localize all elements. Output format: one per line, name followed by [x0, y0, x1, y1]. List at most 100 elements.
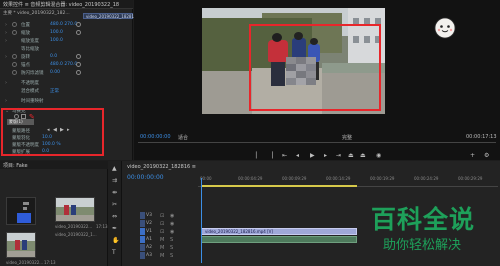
track-header-a2[interactable]: A2 M S — [140, 244, 198, 252]
timeline-timecode[interactable]: 00:00:00:00 — [127, 174, 164, 181]
stopwatch-icon[interactable] — [12, 54, 17, 59]
program-scrub-bar[interactable] — [138, 142, 496, 146]
razor-tool-icon[interactable]: ✂ — [112, 201, 117, 208]
solo-icon[interactable]: S — [170, 245, 173, 251]
reset-icon[interactable] — [76, 70, 81, 75]
ruler-tick-label: 00:00:09:29 — [282, 176, 307, 181]
track-header-v3[interactable]: V3 ⊡ ◉ — [140, 212, 198, 220]
prop-row-time-remap[interactable]: › 时间重映射 — [0, 97, 133, 105]
tools-panel: ▲ ⇉ ⇹ ✂ ⇔ ✒ ✋ T — [108, 161, 122, 266]
prop-row-rotation[interactable]: › 旋转 0.0 — [0, 53, 133, 61]
project-thumbnail-video[interactable] — [6, 232, 36, 258]
cartoon-face-sticker — [434, 17, 456, 39]
mini-timeline-clip[interactable]: video_20190322_182816 — [83, 13, 137, 19]
mute-icon[interactable]: M — [160, 245, 164, 251]
highlight-box-video — [249, 24, 381, 111]
reset-icon[interactable] — [76, 30, 81, 35]
solo-icon[interactable]: S — [170, 237, 173, 243]
zoom-fit-select[interactable]: 适合 — [178, 134, 188, 141]
prop-row-uniform-scale[interactable]: 等比缩放 — [0, 45, 133, 53]
project-header: 项目: Fake — [0, 161, 108, 169]
project-clip-label: video_20190322... — [55, 224, 93, 229]
mark-in-icon[interactable]: ▏ — [256, 152, 261, 159]
twirl-icon[interactable]: › — [5, 98, 7, 104]
eye-icon[interactable]: ◉ — [170, 213, 174, 219]
mute-icon[interactable]: M — [160, 237, 164, 243]
track-header-v2[interactable]: V2 ⊡ ◉ — [140, 220, 198, 228]
play-icon[interactable]: ▶ — [310, 152, 315, 159]
prop-row-position[interactable]: › 位置 480.0 270.0 — [0, 21, 133, 29]
program-timecode[interactable]: 00:00:00:00 — [140, 134, 171, 140]
hand-tool-icon[interactable]: ✋ — [112, 237, 119, 244]
track-header-a1[interactable]: A1 M S — [140, 236, 198, 244]
playhead[interactable] — [201, 178, 202, 263]
twirl-icon[interactable]: › — [5, 80, 7, 86]
go-to-in-icon[interactable]: ⇤ — [282, 152, 287, 159]
ruler-tick-label: 00:00:14:29 — [326, 176, 351, 181]
timeline-video-clip[interactable]: video_20190322_182816.mp4 [V] — [201, 228, 357, 235]
step-forward-icon[interactable]: ▸ — [324, 152, 327, 159]
project-clip-duration: 17:13 — [44, 260, 56, 265]
prop-row-anchor[interactable]: 锚点 480.0 270.0 — [0, 61, 133, 69]
work-area-bar[interactable] — [201, 185, 357, 187]
project-tab[interactable]: 项目: Fake — [3, 162, 28, 169]
ruler-tick-label: 00:00:04:29 — [238, 176, 263, 181]
program-duration: 00:00:17:13 — [466, 134, 497, 140]
stopwatch-icon[interactable] — [12, 62, 17, 67]
lift-icon[interactable]: ⏏ — [348, 152, 354, 159]
prop-row-scale[interactable]: › 缩放 100.0 — [0, 29, 133, 37]
type-tool-icon[interactable]: T — [112, 249, 116, 256]
effect-controls-header: 效果控件 ≡ 音频剪辑混合器: video_20190322_18 — [0, 0, 133, 9]
slip-tool-icon[interactable]: ⇔ — [112, 213, 117, 220]
stopwatch-icon[interactable] — [12, 70, 17, 75]
pen-tool-icon[interactable]: ✒ — [112, 225, 117, 232]
go-to-out-icon[interactable]: ⇥ — [336, 152, 341, 159]
track-header-v1[interactable]: V1 ⊡ ◉ — [140, 228, 198, 236]
stopwatch-icon[interactable] — [12, 30, 17, 35]
resolution-select[interactable]: 完整 — [342, 134, 352, 141]
ruler-tick-label: 00:00:29:29 — [458, 176, 483, 181]
mini-clip-name: video_20190322_182816 — [86, 14, 137, 19]
project-thumbnail-video[interactable] — [55, 197, 95, 222]
watermark-title: 百科全说 — [371, 205, 476, 234]
watermark-subtitle: 助你轻松解决 — [383, 238, 462, 253]
project-clip-label: video_20190322_1... — [55, 232, 97, 237]
effect-controls-tab[interactable]: 效果控件 ≡ 音频剪辑混合器: video_20190322_18 — [3, 1, 119, 8]
twirl-icon[interactable]: › — [5, 54, 7, 60]
project-thumbnail-text[interactable] — [6, 197, 36, 225]
lock-icon[interactable]: ⊡ — [160, 221, 164, 227]
prop-row-blend-mode[interactable]: 混合模式 正常 — [0, 87, 133, 95]
highlight-box-mosaic — [1, 108, 104, 156]
timeline-audio-clip[interactable] — [201, 236, 357, 243]
source-clip-line: 主要 * video_20190322_182... — [3, 11, 70, 16]
twirl-icon[interactable]: › — [5, 22, 7, 28]
eye-icon[interactable]: ◉ — [170, 229, 174, 235]
step-back-icon[interactable]: ◂ — [296, 152, 299, 159]
export-frame-icon[interactable]: ◉ — [376, 152, 381, 159]
stopwatch-icon[interactable] — [12, 22, 17, 27]
prop-row-scale-width[interactable]: › 缩放宽度 100.0 — [0, 37, 133, 45]
reset-icon[interactable] — [76, 22, 81, 27]
extract-icon[interactable]: ⏏ — [360, 152, 366, 159]
add-button-icon[interactable]: + — [470, 152, 475, 159]
track-header-a3[interactable]: A3 M S — [140, 252, 198, 260]
track-select-icon[interactable]: ⇉ — [112, 177, 117, 184]
mute-icon[interactable]: M — [160, 253, 164, 259]
ripple-edit-icon[interactable]: ⇹ — [112, 189, 117, 196]
twirl-icon[interactable]: › — [5, 30, 7, 36]
lock-icon[interactable]: ⊡ — [160, 213, 164, 219]
solo-icon[interactable]: S — [170, 253, 173, 259]
mark-out-icon[interactable]: ▕ — [268, 152, 273, 159]
reset-icon[interactable] — [76, 54, 81, 59]
timeline-sequence-tab[interactable]: video_20190322_182816 ≡ — [127, 164, 196, 170]
eye-icon[interactable]: ◉ — [170, 221, 174, 227]
twirl-icon[interactable]: › — [5, 38, 7, 44]
prop-row-antiflicker[interactable]: 防闪烁滤镜 0.00 — [0, 69, 133, 77]
reset-icon[interactable] — [76, 62, 81, 67]
selection-tool-icon[interactable]: ▲ — [112, 165, 117, 172]
lock-icon[interactable]: ⊡ — [160, 229, 164, 235]
settings-icon[interactable]: ⚙ — [484, 152, 489, 159]
project-panel: 项目: Fake video_20190322... 17:13 video_2… — [0, 161, 108, 266]
ruler-tick-label: 00:00:19:29 — [370, 176, 395, 181]
prop-row-opacity[interactable]: › 不透明度 — [0, 79, 133, 87]
